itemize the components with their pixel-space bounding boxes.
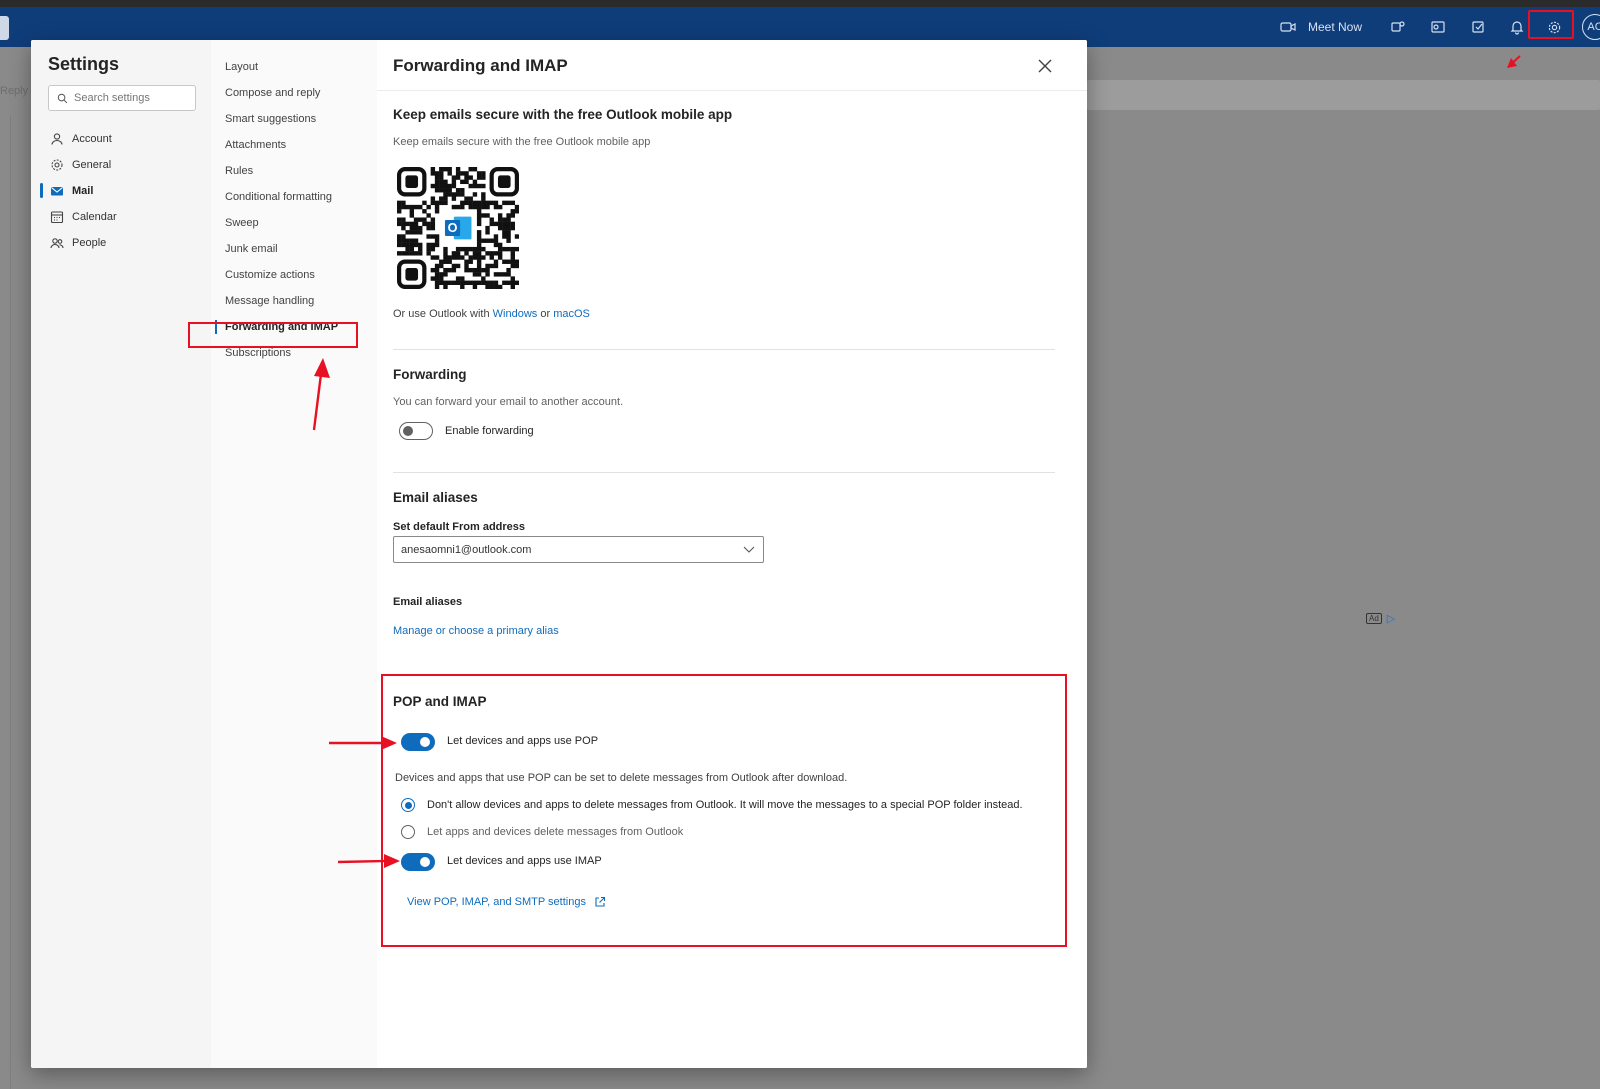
annotation-arrow-imap [337, 854, 400, 868]
category-general[interactable]: General [31, 152, 211, 178]
windows-link[interactable]: Windows [493, 308, 538, 320]
section-attachments[interactable]: Attachments [211, 132, 377, 158]
teams-icon [1391, 21, 1405, 32]
section-conditional-formatting[interactable]: Conditional formatting [211, 184, 377, 210]
category-people[interactable]: People [31, 230, 211, 256]
section-compose-and-reply[interactable]: Compose and reply [211, 80, 377, 106]
annotation-arrow-nav [312, 358, 330, 431]
section-divider [393, 472, 1055, 473]
section-smart-suggestions[interactable]: Smart suggestions [211, 106, 377, 132]
category-label: General [72, 159, 112, 171]
manage-alias-link[interactable]: Manage or choose a primary alias [393, 625, 559, 637]
mobile-app-heading: Keep emails secure with the free Outlook… [393, 107, 733, 122]
close-icon [1038, 59, 1052, 73]
annotation-arrow-gear [1507, 55, 1521, 68]
category-calendar[interactable]: Calendar [31, 204, 211, 230]
meet-now-label: Meet Now [1308, 20, 1363, 34]
section-junk-email[interactable]: Junk email [211, 236, 377, 262]
teams-button[interactable] [1390, 7, 1406, 47]
forwarding-imap-highlight-box [188, 322, 358, 348]
desktop-app-links: Or use Outlook with Windows or macOS [393, 308, 590, 320]
section-divider [393, 349, 1055, 350]
category-mail[interactable]: Mail [31, 178, 211, 204]
section-layout[interactable]: Layout [211, 54, 377, 80]
section-rules[interactable]: Rules [211, 158, 377, 184]
adchoices-icon: ▷ [1386, 613, 1396, 625]
close-button[interactable] [1033, 54, 1057, 78]
bell-icon [1510, 21, 1524, 35]
settings-categories-pane: Settings Account General Mail Calendar [31, 40, 211, 1068]
gear-icon [51, 159, 63, 171]
person-icon [51, 133, 63, 145]
mobile-app-description: Keep emails secure with the free Outlook… [393, 136, 651, 148]
annotation-arrow-pop [329, 736, 397, 750]
macos-link[interactable]: macOS [553, 308, 590, 320]
section-customize-actions[interactable]: Customize actions [211, 262, 377, 288]
default-from-dropdown[interactable]: anesaomni1@outlook.com [393, 536, 764, 563]
settings-category-list: Account General Mail Calendar People [31, 126, 211, 256]
mail-sections-pane: Layout Compose and reply Smart suggestio… [211, 40, 377, 1068]
enable-forwarding-label: Enable forwarding [445, 425, 534, 437]
forwarding-heading: Forwarding [393, 367, 467, 382]
avatar[interactable]: AC [1582, 14, 1600, 40]
background-ad-badge: Ad ▷ [1366, 612, 1395, 625]
gear-highlight-box [1528, 10, 1574, 39]
outlook-icon [1431, 21, 1445, 33]
background-reading-bar [1087, 80, 1600, 110]
note-icon [1472, 21, 1484, 33]
category-label: Calendar [72, 211, 117, 223]
chevron-down-icon [743, 546, 755, 553]
section-message-handling[interactable]: Message handling [211, 288, 377, 314]
video-icon [1280, 22, 1296, 32]
email-aliases-label: Email aliases [393, 596, 463, 608]
meet-now-button[interactable]: Meet Now [1280, 7, 1362, 47]
pop-imap-highlight-box [381, 674, 1067, 947]
category-account[interactable]: Account [31, 126, 211, 152]
mail-section-list: Layout Compose and reply Smart suggestio… [211, 54, 377, 366]
email-aliases-heading: Email aliases [393, 490, 478, 505]
browser-tab-strip [0, 0, 1600, 7]
app-launcher-stub[interactable] [0, 16, 9, 40]
notifications-button[interactable] [1510, 7, 1524, 47]
page-title: Forwarding and IMAP [393, 56, 568, 75]
background-folder-pane [0, 115, 11, 1089]
my-day-button[interactable] [1470, 7, 1486, 47]
title-divider [377, 90, 1087, 91]
ad-label: Ad [1366, 613, 1382, 624]
category-label: Account [72, 133, 112, 145]
category-label: People [72, 237, 107, 249]
search-icon [57, 93, 68, 103]
background-reply-label: Reply [0, 85, 29, 97]
settings-search-box[interactable] [48, 85, 196, 111]
svg-text:O: O [448, 221, 458, 235]
settings-title: Settings [48, 54, 120, 74]
people-icon [50, 238, 64, 249]
category-label: Mail [72, 185, 94, 197]
settings-search-input[interactable] [74, 92, 184, 104]
enable-forwarding-toggle[interactable] [399, 422, 433, 440]
mail-icon [51, 187, 63, 196]
calendar-icon [50, 211, 64, 224]
or-use-label: Or use Outlook with [393, 308, 490, 320]
or-label: or [540, 308, 551, 320]
default-from-label: Set default From address [393, 521, 526, 533]
default-from-value: anesaomni1@outlook.com [401, 543, 532, 556]
forwarding-description: You can forward your email to another ac… [393, 396, 624, 408]
outlook-app-qr-code: O [397, 167, 519, 289]
outlook-logo-icon: O [443, 213, 473, 243]
outlook-app-button[interactable] [1430, 7, 1446, 47]
section-sweep[interactable]: Sweep [211, 210, 377, 236]
